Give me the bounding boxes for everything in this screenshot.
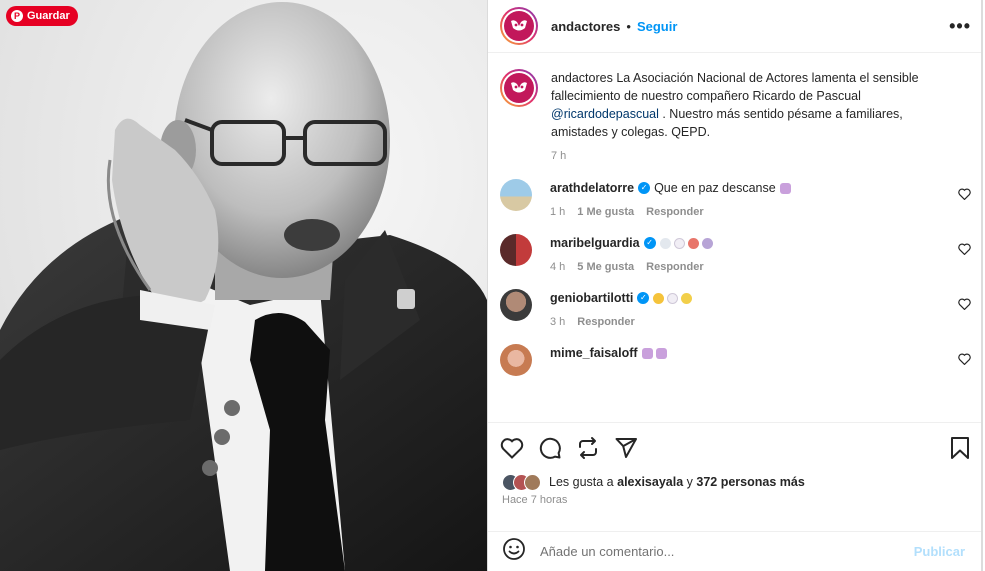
rose-emoji-icon	[687, 237, 699, 249]
white-heart-emoji-icon	[667, 292, 679, 304]
comments-feed[interactable]: andactores La Asociación Nacional de Act…	[488, 53, 983, 422]
comment-likes-count[interactable]: 5 Me gusta	[577, 261, 634, 273]
caption-time: 7 h	[551, 150, 567, 162]
comment-reply-button[interactable]: Responder	[577, 316, 634, 328]
post-side-panel: andactores • Seguir ••• andactores La As…	[487, 0, 983, 571]
publish-button[interactable]: Publicar	[914, 544, 965, 559]
comment-item: geniobartilotti ✓ 3 h Responder	[500, 289, 971, 328]
follow-button[interactable]: Seguir	[637, 19, 677, 34]
comment-item: maribelguardia ✓ 4 h 5 Me gusta Responde…	[500, 234, 971, 273]
likes-prefix: Les gusta a	[549, 475, 614, 489]
repost-icon[interactable]	[576, 436, 600, 460]
comment-time: 1 h	[550, 206, 566, 218]
emoji-picker-icon[interactable]	[502, 537, 526, 566]
comment-username[interactable]: mime_faisaloff	[550, 344, 638, 362]
comment-reply-button[interactable]: Responder	[646, 261, 703, 273]
dizzy-emoji-icon	[681, 292, 693, 304]
comment-likes-count[interactable]: 1 Me gusta	[577, 206, 634, 218]
commenter-avatar[interactable]	[500, 344, 532, 376]
author-username[interactable]: andactores	[551, 19, 620, 34]
comment-like-heart-icon[interactable]	[958, 242, 971, 260]
caption-username[interactable]: andactores	[551, 71, 613, 85]
comment-like-heart-icon[interactable]	[958, 297, 971, 315]
author-avatar[interactable]	[500, 7, 538, 45]
commenter-avatar[interactable]	[500, 289, 532, 321]
bookmark-icon[interactable]	[949, 436, 971, 460]
liker-avatars[interactable]	[502, 473, 541, 491]
white-heart-emoji-icon	[673, 237, 685, 249]
folded-hands-emoji-icon	[655, 347, 667, 359]
comment-username[interactable]: geniobartilotti	[550, 289, 633, 307]
commenter-avatar[interactable]	[500, 234, 532, 266]
verified-badge-icon: ✓	[637, 292, 650, 304]
post-caption: andactores La Asociación Nacional de Act…	[500, 69, 971, 165]
comment-username[interactable]: arathdelatorre	[550, 179, 634, 197]
comment-time: 3 h	[550, 316, 566, 328]
folded-hands-emoji-icon	[779, 182, 791, 194]
wing-emoji-icon	[701, 237, 713, 249]
likes-summary: Les gusta a alexisayala y 372 personas m…	[488, 472, 983, 492]
liker-username[interactable]: alexisayala	[617, 475, 683, 489]
comment-item: arathdelatorre ✓ Que en paz descanse 1 h…	[500, 179, 971, 218]
separator-dot: •	[626, 18, 631, 34]
sparkles-emoji-icon	[653, 292, 665, 304]
comment-username[interactable]: maribelguardia	[550, 234, 640, 252]
commenter-avatar[interactable]	[500, 179, 532, 211]
verified-badge-icon: ✓	[643, 237, 656, 249]
post-header: andactores • Seguir •••	[488, 0, 983, 53]
liker-avatar	[524, 473, 541, 491]
comment-icon[interactable]	[538, 436, 562, 460]
verified-badge-icon: ✓	[638, 182, 651, 194]
comment-like-heart-icon[interactable]	[958, 352, 971, 370]
comment-like-heart-icon[interactable]	[958, 187, 971, 205]
brand-logo-icon	[504, 11, 534, 41]
caption-mention-link[interactable]: @ricardodepascual	[551, 107, 659, 121]
save-button-label: Guardar	[27, 10, 70, 22]
share-icon[interactable]	[614, 436, 638, 460]
post-timestamp: Hace 7 horas	[502, 494, 568, 506]
likes-others-count[interactable]: 372 personas más	[696, 475, 804, 489]
brand-logo-icon	[504, 73, 534, 103]
comment-reply-button[interactable]: Responder	[646, 206, 703, 218]
post-action-bar	[488, 422, 983, 472]
heart-icon[interactable]	[500, 437, 524, 459]
more-options-icon[interactable]: •••	[949, 16, 971, 37]
add-comment-bar: Añade un comentario... Publicar	[488, 531, 983, 571]
caption-text: andactores La Asociación Nacional de Act…	[551, 69, 951, 141]
comment-text: Que en paz descanse	[654, 181, 776, 195]
caption-avatar[interactable]	[500, 69, 538, 107]
pinterest-save-button[interactable]: P Guardar	[6, 6, 78, 26]
folded-hands-emoji-icon	[641, 347, 653, 359]
post-photo: P Guardar	[0, 0, 487, 571]
post-photo-image	[0, 0, 487, 571]
comment-time: 4 h	[550, 261, 566, 273]
dove-emoji-icon	[659, 237, 671, 249]
window-edge	[981, 0, 983, 571]
pinterest-icon: P	[11, 10, 23, 22]
add-comment-input[interactable]: Añade un comentario...	[540, 544, 914, 559]
comment-item: mime_faisaloff	[500, 344, 971, 376]
likes-connector: y	[686, 475, 693, 489]
